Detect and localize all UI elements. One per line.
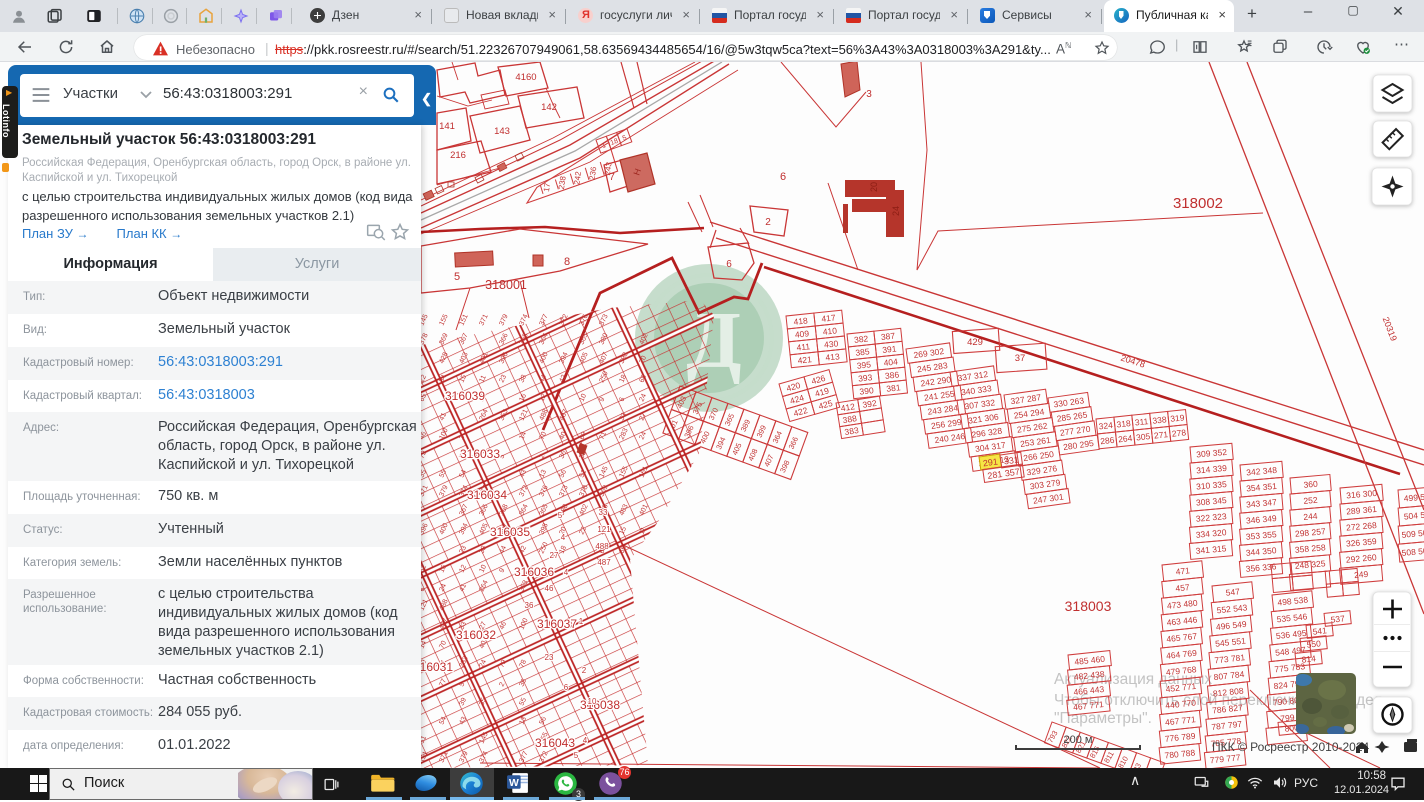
svg-text:318: 318	[1116, 418, 1131, 429]
svg-text:ПКК © Росреестр 2010-2024: ПКК © Росреестр 2010-2024	[1212, 740, 1370, 754]
svg-text:508 505: 508 505	[1401, 545, 1424, 558]
svg-text:550: 550	[1306, 638, 1321, 649]
svg-text:316043: 316043	[535, 736, 575, 750]
svg-text:5: 5	[454, 271, 460, 283]
svg-text:46: 46	[545, 584, 554, 593]
svg-text:4160: 4160	[515, 72, 536, 83]
svg-text:238: 238	[557, 175, 568, 190]
svg-text:143: 143	[494, 126, 510, 137]
svg-text:411: 411	[796, 341, 811, 352]
svg-text:319: 319	[1170, 412, 1185, 423]
svg-text:385: 385	[855, 346, 870, 357]
svg-text:418: 418	[793, 315, 808, 326]
svg-text:541: 541	[1312, 625, 1327, 636]
svg-text:"Параметры".: "Параметры".	[1054, 710, 1152, 727]
svg-text:4: 4	[561, 533, 566, 542]
svg-text:244: 244	[1303, 511, 1318, 522]
svg-text:4: 4	[564, 568, 569, 577]
svg-text:271: 271	[1153, 429, 1168, 440]
svg-text:316036: 316036	[514, 565, 554, 579]
svg-text:471: 471	[1175, 565, 1190, 576]
svg-text:421: 421	[797, 354, 812, 365]
svg-text:316038: 316038	[580, 698, 620, 712]
svg-text:311: 311	[1134, 416, 1149, 427]
svg-text:278: 278	[1171, 427, 1186, 438]
svg-text:121: 121	[597, 525, 611, 534]
svg-text:457: 457	[1175, 582, 1190, 593]
svg-text:8: 8	[564, 256, 570, 268]
svg-text:27: 27	[550, 551, 559, 560]
svg-text:10: 10	[588, 697, 597, 706]
svg-text:3: 3	[866, 89, 872, 100]
svg-text:499 51: 499 51	[1403, 491, 1424, 503]
svg-text:6: 6	[564, 683, 569, 692]
svg-text:547: 547	[1225, 586, 1240, 597]
svg-text:242: 242	[572, 170, 583, 185]
svg-text:24: 24	[891, 206, 901, 216]
svg-text:6: 6	[726, 259, 732, 270]
svg-text:286: 286	[1100, 435, 1115, 446]
svg-text:410: 410	[822, 325, 837, 336]
svg-text:36: 36	[525, 601, 534, 610]
svg-text:252: 252	[1303, 495, 1318, 506]
svg-text:264: 264	[1118, 433, 1133, 444]
svg-text:413: 413	[825, 351, 840, 362]
svg-text:386: 386	[884, 369, 899, 380]
svg-text:200 м: 200 м	[1064, 734, 1093, 746]
svg-text:318002: 318002	[1173, 195, 1223, 212]
svg-text:236: 236	[588, 166, 599, 181]
svg-text:2: 2	[582, 666, 587, 675]
svg-text:6: 6	[780, 171, 786, 183]
svg-text:W: W	[509, 778, 519, 789]
svg-text:2: 2	[765, 217, 771, 228]
svg-text:316035: 316035	[490, 525, 530, 539]
svg-text:1: 1	[579, 617, 584, 626]
svg-text:5: 5	[574, 751, 579, 760]
svg-text:429: 429	[967, 337, 983, 348]
svg-text:141: 141	[439, 121, 455, 132]
svg-text:291: 291	[982, 456, 998, 468]
svg-text:324: 324	[1098, 420, 1113, 431]
svg-text:390: 390	[859, 385, 874, 396]
svg-text:814: 814	[1301, 653, 1316, 664]
svg-text:37: 37	[1015, 353, 1026, 364]
svg-text:404: 404	[883, 356, 898, 367]
svg-text:316039: 316039	[445, 389, 485, 403]
svg-text:7: 7	[609, 172, 615, 183]
svg-text:360: 360	[1303, 479, 1318, 490]
svg-text:537: 537	[1330, 613, 1345, 624]
svg-text:316037: 316037	[537, 617, 577, 631]
svg-text:4: 4	[583, 736, 588, 745]
svg-text:316033: 316033	[460, 447, 500, 461]
svg-text:338: 338	[1152, 414, 1167, 425]
svg-text:17: 17	[542, 182, 552, 193]
svg-text:509 506: 509 506	[1401, 527, 1424, 540]
svg-text:504 51: 504 51	[1403, 509, 1424, 521]
svg-text:316032: 316032	[456, 628, 496, 642]
svg-text:381: 381	[886, 382, 901, 393]
svg-text:249: 249	[1354, 569, 1369, 580]
svg-text:305: 305	[1136, 431, 1151, 442]
svg-text:216: 216	[450, 150, 466, 161]
svg-text:23: 23	[545, 653, 554, 662]
svg-text:20: 20	[869, 182, 879, 192]
svg-text:409: 409	[794, 328, 809, 339]
svg-text:318003: 318003	[1065, 598, 1112, 614]
svg-text:430: 430	[824, 338, 839, 349]
svg-text:5: 5	[558, 511, 563, 520]
svg-text:395: 395	[856, 359, 871, 370]
svg-text:488: 488	[595, 542, 609, 551]
svg-text:393: 393	[858, 372, 873, 383]
svg-text:387: 387	[880, 331, 895, 342]
svg-text:382: 382	[854, 333, 869, 344]
svg-text:417: 417	[821, 312, 836, 323]
svg-text:316034: 316034	[467, 488, 507, 502]
svg-text:487: 487	[597, 558, 611, 567]
svg-text:33: 33	[599, 508, 608, 517]
svg-text:391: 391	[882, 344, 897, 355]
